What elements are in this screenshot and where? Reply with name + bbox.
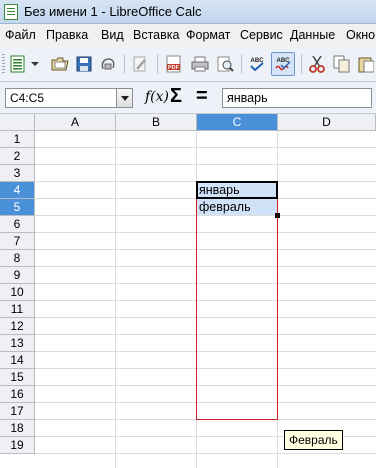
row-header-12[interactable]: 12 xyxy=(0,318,35,335)
row-gridline xyxy=(35,164,376,165)
menu-tools[interactable]: Сервис xyxy=(240,28,283,42)
copy-icon[interactable] xyxy=(332,54,352,74)
toolbar-separator xyxy=(124,54,125,74)
column-header-d[interactable]: D xyxy=(278,114,376,131)
edit-pencil-icon[interactable] xyxy=(130,54,150,74)
menu-format[interactable]: Формат xyxy=(186,28,230,42)
fill-handle[interactable] xyxy=(275,213,280,218)
toolbar-separator xyxy=(157,54,158,74)
title-bar: Без имени 1 - LibreOffice Calc xyxy=(0,0,376,24)
row-header-14[interactable]: 14 xyxy=(0,352,35,369)
name-box-dropdown-icon[interactable] xyxy=(116,89,132,107)
formula-bar: C4:C5 f(x) Σ = январь xyxy=(0,82,376,114)
column-header-b[interactable]: B xyxy=(116,114,197,131)
row-header-1[interactable]: 1 xyxy=(0,131,35,148)
row-header-6[interactable]: 6 xyxy=(0,216,35,233)
row-header-17[interactable]: 17 xyxy=(0,403,35,420)
row-gridline xyxy=(35,453,376,454)
toolbar-separator xyxy=(301,54,302,74)
row-header-5[interactable]: 5 xyxy=(0,199,35,216)
print-preview-icon[interactable] xyxy=(215,54,235,74)
function-wizard-button[interactable]: f(x) xyxy=(145,89,169,105)
select-all-corner[interactable] xyxy=(0,114,35,131)
row-header-10[interactable]: 10 xyxy=(0,284,35,301)
row-header-16[interactable]: 16 xyxy=(0,386,35,403)
row-header-7[interactable]: 7 xyxy=(0,233,35,250)
row-header-13[interactable]: 13 xyxy=(0,335,35,352)
row-header-3[interactable]: 3 xyxy=(0,165,35,182)
new-dropdown-arrow-icon[interactable] xyxy=(30,54,40,74)
print-icon[interactable] xyxy=(190,54,210,74)
column-header-a[interactable]: A xyxy=(35,114,116,131)
column-header-c[interactable]: C xyxy=(197,114,278,131)
paste-icon[interactable] xyxy=(356,54,376,74)
email-icon[interactable] xyxy=(98,54,118,74)
calc-app-icon xyxy=(4,4,18,20)
toolbar-gripper[interactable] xyxy=(2,54,5,74)
row-header-2[interactable]: 2 xyxy=(0,148,35,165)
spreadsheet-grid[interactable]: A B C D 1 2 3 4 5 6 7 8 9 10 11 12 13 14 15 16 17 18 19 январь ф… xyxy=(0,114,376,468)
row-header-11[interactable]: 11 xyxy=(0,301,35,318)
save-disk-icon[interactable] xyxy=(74,54,94,74)
menu-data[interactable]: Данные xyxy=(290,28,335,42)
autofill-tooltip: Февраль xyxy=(284,430,343,450)
toolbar-separator xyxy=(241,54,242,74)
row-header-18[interactable]: 18 xyxy=(0,420,35,437)
autofill-range-outline xyxy=(196,198,278,420)
row-header-19[interactable]: 19 xyxy=(0,437,35,454)
menu-insert[interactable]: Вставка xyxy=(133,28,179,42)
menu-bar: Файл Правка Вид Вставка Формат Сервис Да… xyxy=(0,24,376,46)
export-pdf-icon[interactable]: PDF xyxy=(164,54,184,74)
row-header-15[interactable]: 15 xyxy=(0,369,35,386)
window-title: Без имени 1 - LibreOffice Calc xyxy=(24,4,202,19)
formula-input[interactable]: январь xyxy=(222,88,372,108)
row-header-9[interactable]: 9 xyxy=(0,267,35,284)
row-header-4[interactable]: 4 xyxy=(0,182,35,199)
row-gridline xyxy=(35,147,376,148)
cut-scissors-icon[interactable] xyxy=(307,54,327,74)
menu-view[interactable]: Вид xyxy=(101,28,124,42)
menu-file[interactable]: Файл xyxy=(5,28,36,42)
standard-toolbar: PDF ABC ABC xyxy=(0,46,376,82)
row-header-8[interactable]: 8 xyxy=(0,250,35,267)
sum-button[interactable]: Σ xyxy=(170,85,182,108)
menu-window[interactable]: Окно xyxy=(346,28,375,42)
column-gridline xyxy=(115,131,116,468)
autospellcheck-icon[interactable]: ABC xyxy=(271,52,295,76)
name-box[interactable]: C4:C5 xyxy=(5,88,133,108)
svg-text:PDF: PDF xyxy=(168,65,180,71)
spellcheck-icon[interactable]: ABC xyxy=(247,54,267,74)
formula-button[interactable]: = xyxy=(196,85,208,108)
menu-edit[interactable]: Правка xyxy=(46,28,88,42)
open-folder-icon[interactable] xyxy=(50,54,70,74)
new-document-icon[interactable] xyxy=(8,54,28,74)
cell-cursor xyxy=(196,181,278,199)
